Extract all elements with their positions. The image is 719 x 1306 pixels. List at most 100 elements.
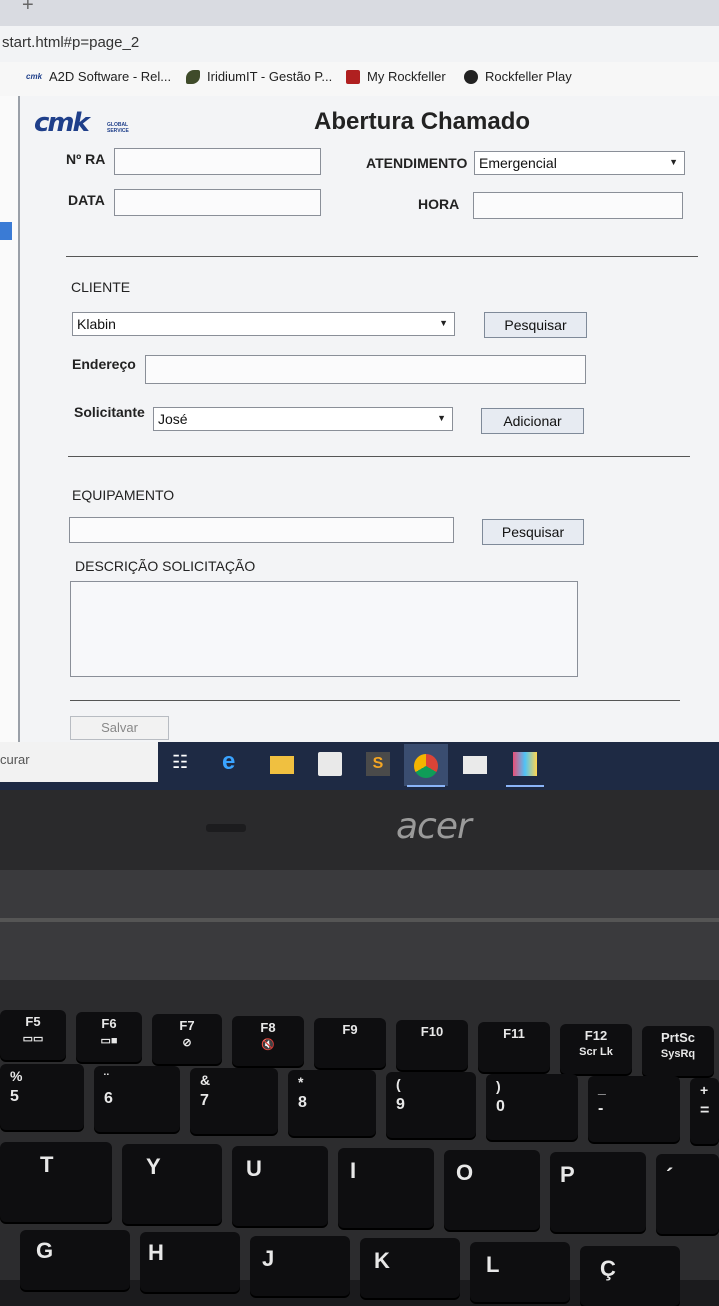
key-8: * 8 (288, 1070, 376, 1136)
atendimento-label: ATENDIMENTO (366, 155, 468, 171)
cliente-search-button[interactable]: Pesquisar (484, 312, 587, 338)
key-0: ) 0 (486, 1074, 578, 1140)
atendimento-selected: Emergencial (479, 155, 557, 171)
f8-sub: 🔇 (261, 1039, 275, 1051)
app-active-indicator (506, 785, 544, 787)
key-f9: F9 (314, 1018, 386, 1068)
key-5: % 5 (0, 1064, 84, 1130)
divider-3 (70, 700, 680, 701)
brand-logo: acer (396, 806, 472, 847)
laptop-hinge (0, 870, 719, 980)
equipamento-input[interactable] (69, 517, 454, 543)
chrome-icon[interactable] (414, 754, 438, 778)
f6-sub: ▭■ (100, 1035, 118, 1047)
hora-label: HORA (418, 196, 460, 212)
key-t: T (0, 1142, 112, 1222)
taskbar-search-text[interactable]: curar (0, 752, 30, 767)
browser-tab-strip (0, 0, 719, 26)
play-icon (464, 69, 478, 84)
bezel-vent (206, 824, 246, 832)
hinge-line (0, 918, 719, 922)
descricao-textarea[interactable] (70, 581, 578, 677)
key-y: Y (122, 1144, 222, 1224)
key-h: H (140, 1232, 240, 1292)
left-panel-edge (0, 96, 20, 752)
key-prtsc: PrtSc SysRq (642, 1026, 714, 1076)
divider-2 (68, 456, 690, 457)
key-f6: F6 ▭■ (76, 1012, 142, 1062)
mail-icon[interactable] (463, 756, 487, 774)
key-p: P (550, 1152, 646, 1232)
sublime-icon[interactable]: S (366, 752, 390, 776)
dropdown-arrow-icon: ▼ (669, 157, 678, 167)
key-minus: _ - (588, 1076, 680, 1142)
laptop-bezel (0, 790, 719, 870)
new-tab-icon[interactable]: + (22, 0, 34, 17)
key-j: J (250, 1236, 350, 1296)
hora-input[interactable] (473, 192, 683, 219)
key-k: K (360, 1238, 460, 1298)
key-f8: F8 🔇 (232, 1016, 304, 1066)
key-c-cedilla: Ç (580, 1246, 680, 1306)
bookmark-iridiumit[interactable]: IridiumIT - Gestão P... (186, 69, 332, 84)
key-l: L (470, 1242, 570, 1302)
solicitante-selected: José (158, 411, 188, 427)
key-g: G (20, 1230, 130, 1290)
descricao-label: DESCRIÇÃO SOLICITAÇÃO (75, 558, 256, 574)
key-f7: F7 ⊘ (152, 1014, 222, 1064)
cmk-favicon-icon: cmk (26, 72, 43, 81)
bookmark-label: My Rockfeller (367, 69, 446, 84)
chrome-active-indicator (407, 785, 445, 787)
bookmark-my-rockfeller[interactable]: My Rockfeller (346, 69, 446, 84)
key-u: U (232, 1146, 328, 1226)
endereco-label: Endereço (72, 356, 136, 372)
solicitante-select[interactable]: José ▼ (153, 407, 453, 431)
key-6: ¨ 6 (94, 1066, 180, 1132)
bookmark-rockfeller-play[interactable]: Rockfeller Play (464, 69, 572, 84)
data-label: DATA (68, 192, 105, 208)
key-7: & 7 (190, 1068, 278, 1134)
atendimento-select[interactable]: Emergencial ▼ (474, 151, 685, 175)
key-i: I (338, 1148, 434, 1228)
equipamento-search-button[interactable]: Pesquisar (482, 519, 584, 545)
page-title: Abertura Chamado (314, 108, 531, 135)
solicitante-add-button[interactable]: Adicionar (481, 408, 584, 434)
store-icon[interactable] (318, 752, 342, 776)
bookmark-label: Rockfeller Play (485, 69, 572, 84)
dropdown-arrow-icon: ▼ (437, 413, 446, 423)
rockfeller-icon (346, 69, 360, 84)
edge-icon[interactable]: e (222, 748, 246, 775)
key-o: O (444, 1150, 540, 1230)
endereco-input[interactable] (145, 355, 586, 384)
data-input[interactable] (114, 189, 321, 216)
f7-sub: ⊘ (182, 1037, 192, 1049)
cmk-logo: cmk GLOBAL SERVICE (34, 108, 129, 138)
bookmark-label: IridiumIT - Gestão P... (207, 69, 333, 84)
equipamento-label: EQUIPAMENTO (72, 487, 175, 503)
leaf-icon (186, 69, 200, 84)
nra-label: Nº RA (66, 151, 106, 167)
app-icon[interactable] (513, 752, 537, 776)
divider-1 (66, 256, 698, 257)
dropdown-arrow-icon: ▼ (439, 318, 448, 328)
address-bar-url[interactable]: start.html#p=page_2 (2, 34, 139, 51)
key-f10: F10 (396, 1020, 468, 1070)
file-explorer-icon[interactable] (270, 756, 294, 774)
key-f5: F5 ▭▭ (0, 1010, 66, 1060)
cliente-label: CLIENTE (71, 279, 131, 295)
left-panel-marker (0, 222, 12, 240)
solicitante-label: Solicitante (74, 404, 145, 420)
bookmark-label: A2D Software - Rel... (49, 69, 172, 84)
key-f11: F11 (478, 1022, 550, 1072)
cliente-select[interactable]: Klabin ▼ (72, 312, 455, 336)
save-button[interactable]: Salvar (70, 716, 169, 740)
key-f12: F12 Scr Lk (560, 1024, 632, 1074)
key-9: (9 (386, 1072, 476, 1138)
cliente-selected: Klabin (77, 316, 116, 332)
nra-input[interactable] (114, 148, 321, 175)
key-acute: ´ (656, 1154, 719, 1234)
task-view-icon[interactable]: ☷ (172, 752, 196, 776)
bookmark-a2d[interactable]: cmk A2D Software - Rel... (26, 69, 171, 84)
f5-sub: ▭▭ (22, 1033, 44, 1045)
key-equals: + = (690, 1078, 719, 1144)
